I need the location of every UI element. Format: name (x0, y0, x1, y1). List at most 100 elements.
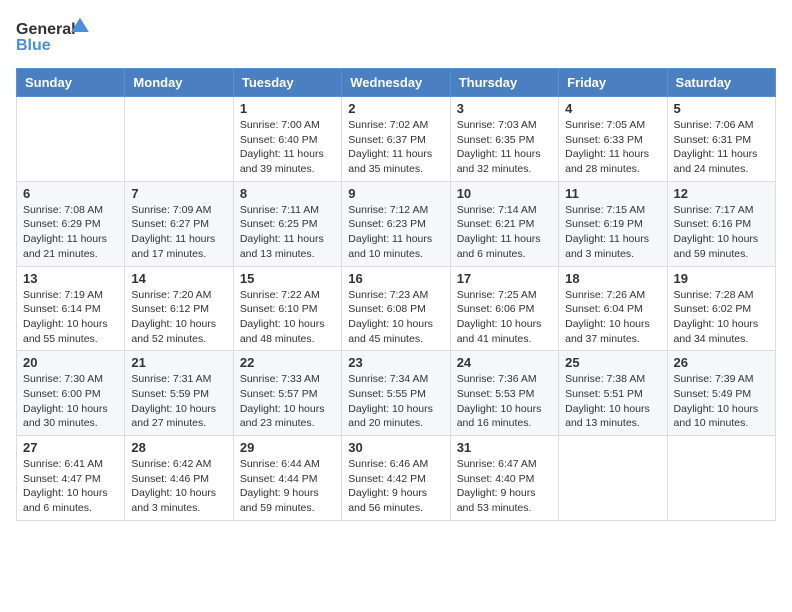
calendar-cell (559, 436, 667, 521)
page-header: General Blue (16, 16, 776, 56)
calendar-cell: 2Sunrise: 7:02 AM Sunset: 6:37 PM Daylig… (342, 97, 450, 182)
day-number: 22 (240, 355, 335, 370)
day-number: 28 (131, 440, 226, 455)
calendar-cell (17, 97, 125, 182)
day-number: 6 (23, 186, 118, 201)
logo: General Blue (16, 16, 96, 56)
day-info: Sunrise: 7:23 AM Sunset: 6:08 PM Dayligh… (348, 288, 443, 347)
calendar-week-row: 6Sunrise: 7:08 AM Sunset: 6:29 PM Daylig… (17, 181, 776, 266)
calendar-week-row: 27 Sunrise: 6:41 AM Sunset: 4:47 PM Dayli… (17, 436, 776, 521)
day-info: Sunrise: 7:11 AM Sunset: 6:25 PM Dayligh… (240, 203, 335, 262)
day-info: Sunrise: 7:09 AM Sunset: 6:27 PM Dayligh… (131, 203, 226, 262)
calendar-week-row: 1 Sunrise: 7:00 AM Sunset: 6:40 PM Daylig… (17, 97, 776, 182)
day-info: Sunrise: 7:05 AM Sunset: 6:33 PM Dayligh… (565, 118, 660, 177)
day-number: 21 (131, 355, 226, 370)
day-number: 7 (131, 186, 226, 201)
calendar-cell: 5 Sunrise: 7:06 AM Sunset: 6:31 PM Daylig… (667, 97, 775, 182)
calendar-cell: 22 Sunrise: 7:33 AM Sunset: 5:57 PM Dayli… (233, 351, 341, 436)
calendar-cell: 27 Sunrise: 6:41 AM Sunset: 4:47 PM Dayli… (17, 436, 125, 521)
weekday-header-wednesday: Wednesday (342, 69, 450, 97)
day-info: Sunrise: 7:14 AM Sunset: 6:21 PM Dayligh… (457, 203, 552, 262)
day-info: Sunrise: 7:06 AM Sunset: 6:31 PM Dayligh… (674, 118, 769, 177)
day-info: Sunrise: 7:39 AM Sunset: 5:49 PM Dayligh… (674, 372, 769, 431)
calendar-cell: 29 Sunrise: 6:44 AM Sunset: 4:44 PM Dayli… (233, 436, 341, 521)
day-info: Sunrise: 7:34 AM Sunset: 5:55 PM Dayligh… (348, 372, 443, 431)
day-info: Sunrise: 7:25 AM Sunset: 6:06 PM Dayligh… (457, 288, 552, 347)
day-info: Sunrise: 7:17 AM Sunset: 6:16 PM Dayligh… (674, 203, 769, 262)
day-info: Sunrise: 6:46 AM Sunset: 4:42 PM Dayligh… (348, 457, 443, 516)
day-number: 9 (348, 186, 443, 201)
day-info: Sunrise: 7:00 AM Sunset: 6:40 PM Dayligh… (240, 118, 335, 177)
calendar-cell: 17Sunrise: 7:25 AM Sunset: 6:06 PM Dayli… (450, 266, 558, 351)
calendar-week-row: 13 Sunrise: 7:19 AM Sunset: 6:14 PM Dayli… (17, 266, 776, 351)
day-number: 30 (348, 440, 443, 455)
calendar-cell (667, 436, 775, 521)
calendar-cell: 13 Sunrise: 7:19 AM Sunset: 6:14 PM Dayli… (17, 266, 125, 351)
day-number: 27 (23, 440, 118, 455)
day-number: 25 (565, 355, 660, 370)
day-info: Sunrise: 7:20 AM Sunset: 6:12 PM Dayligh… (131, 288, 226, 347)
day-info: Sunrise: 7:15 AM Sunset: 6:19 PM Dayligh… (565, 203, 660, 262)
weekday-header-sunday: Sunday (17, 69, 125, 97)
day-number: 29 (240, 440, 335, 455)
weekday-header-saturday: Saturday (667, 69, 775, 97)
day-number: 13 (23, 271, 118, 286)
calendar-cell: 9 Sunrise: 7:12 AM Sunset: 6:23 PM Daylig… (342, 181, 450, 266)
calendar-cell: 21 Sunrise: 7:31 AM Sunset: 5:59 PM Dayli… (125, 351, 233, 436)
weekday-header-monday: Monday (125, 69, 233, 97)
calendar-cell: 1 Sunrise: 7:00 AM Sunset: 6:40 PM Daylig… (233, 97, 341, 182)
calendar-cell: 14Sunrise: 7:20 AM Sunset: 6:12 PM Dayli… (125, 266, 233, 351)
day-number: 26 (674, 355, 769, 370)
calendar-cell: 28 Sunrise: 6:42 AM Sunset: 4:46 PM Dayli… (125, 436, 233, 521)
day-number: 1 (240, 101, 335, 116)
day-number: 10 (457, 186, 552, 201)
day-info: Sunrise: 6:42 AM Sunset: 4:46 PM Dayligh… (131, 457, 226, 516)
day-info: Sunrise: 7:19 AM Sunset: 6:14 PM Dayligh… (23, 288, 118, 347)
day-info: Sunrise: 7:12 AM Sunset: 6:23 PM Dayligh… (348, 203, 443, 262)
calendar-cell: 24 Sunrise: 7:36 AM Sunset: 5:53 PM Dayli… (450, 351, 558, 436)
day-info: Sunrise: 6:44 AM Sunset: 4:44 PM Dayligh… (240, 457, 335, 516)
day-number: 31 (457, 440, 552, 455)
day-number: 19 (674, 271, 769, 286)
day-number: 20 (23, 355, 118, 370)
calendar-cell: 10 Sunrise: 7:14 AM Sunset: 6:21 PM Dayli… (450, 181, 558, 266)
calendar-cell: 18 Sunrise: 7:26 AM Sunset: 6:04 PM Dayli… (559, 266, 667, 351)
calendar-cell: 23 Sunrise: 7:34 AM Sunset: 5:55 PM Dayli… (342, 351, 450, 436)
calendar-cell: 19 Sunrise: 7:28 AM Sunset: 6:02 PM Dayli… (667, 266, 775, 351)
weekday-header-row: SundayMondayTuesdayWednesdayThursdayFrid… (17, 69, 776, 97)
day-number: 12 (674, 186, 769, 201)
day-info: Sunrise: 7:31 AM Sunset: 5:59 PM Dayligh… (131, 372, 226, 431)
logo-image: General Blue (16, 16, 96, 56)
calendar-cell: 3Sunrise: 7:03 AM Sunset: 6:35 PM Daylig… (450, 97, 558, 182)
day-number: 18 (565, 271, 660, 286)
calendar-cell: 15Sunrise: 7:22 AM Sunset: 6:10 PM Dayli… (233, 266, 341, 351)
calendar-cell: 30 Sunrise: 6:46 AM Sunset: 4:42 PM Dayli… (342, 436, 450, 521)
calendar-cell: 11Sunrise: 7:15 AM Sunset: 6:19 PM Dayli… (559, 181, 667, 266)
calendar-cell (125, 97, 233, 182)
day-info: Sunrise: 6:41 AM Sunset: 4:47 PM Dayligh… (23, 457, 118, 516)
weekday-header-tuesday: Tuesday (233, 69, 341, 97)
day-number: 24 (457, 355, 552, 370)
calendar-cell: 26 Sunrise: 7:39 AM Sunset: 5:49 PM Dayli… (667, 351, 775, 436)
day-info: Sunrise: 7:38 AM Sunset: 5:51 PM Dayligh… (565, 372, 660, 431)
calendar-table: SundayMondayTuesdayWednesdayThursdayFrid… (16, 68, 776, 521)
day-info: Sunrise: 7:26 AM Sunset: 6:04 PM Dayligh… (565, 288, 660, 347)
day-info: Sunrise: 7:28 AM Sunset: 6:02 PM Dayligh… (674, 288, 769, 347)
day-info: Sunrise: 7:33 AM Sunset: 5:57 PM Dayligh… (240, 372, 335, 431)
day-number: 5 (674, 101, 769, 116)
day-info: Sunrise: 7:02 AM Sunset: 6:37 PM Dayligh… (348, 118, 443, 177)
weekday-header-friday: Friday (559, 69, 667, 97)
calendar-cell: 16 Sunrise: 7:23 AM Sunset: 6:08 PM Dayli… (342, 266, 450, 351)
day-number: 3 (457, 101, 552, 116)
svg-text:Blue: Blue (16, 37, 51, 54)
day-info: Sunrise: 7:36 AM Sunset: 5:53 PM Dayligh… (457, 372, 552, 431)
day-number: 16 (348, 271, 443, 286)
day-number: 8 (240, 186, 335, 201)
calendar-cell: 4 Sunrise: 7:05 AM Sunset: 6:33 PM Daylig… (559, 97, 667, 182)
svg-text:General: General (16, 21, 76, 38)
calendar-cell: 25 Sunrise: 7:38 AM Sunset: 5:51 PM Dayli… (559, 351, 667, 436)
day-number: 23 (348, 355, 443, 370)
day-number: 15 (240, 271, 335, 286)
weekday-header-thursday: Thursday (450, 69, 558, 97)
day-number: 4 (565, 101, 660, 116)
